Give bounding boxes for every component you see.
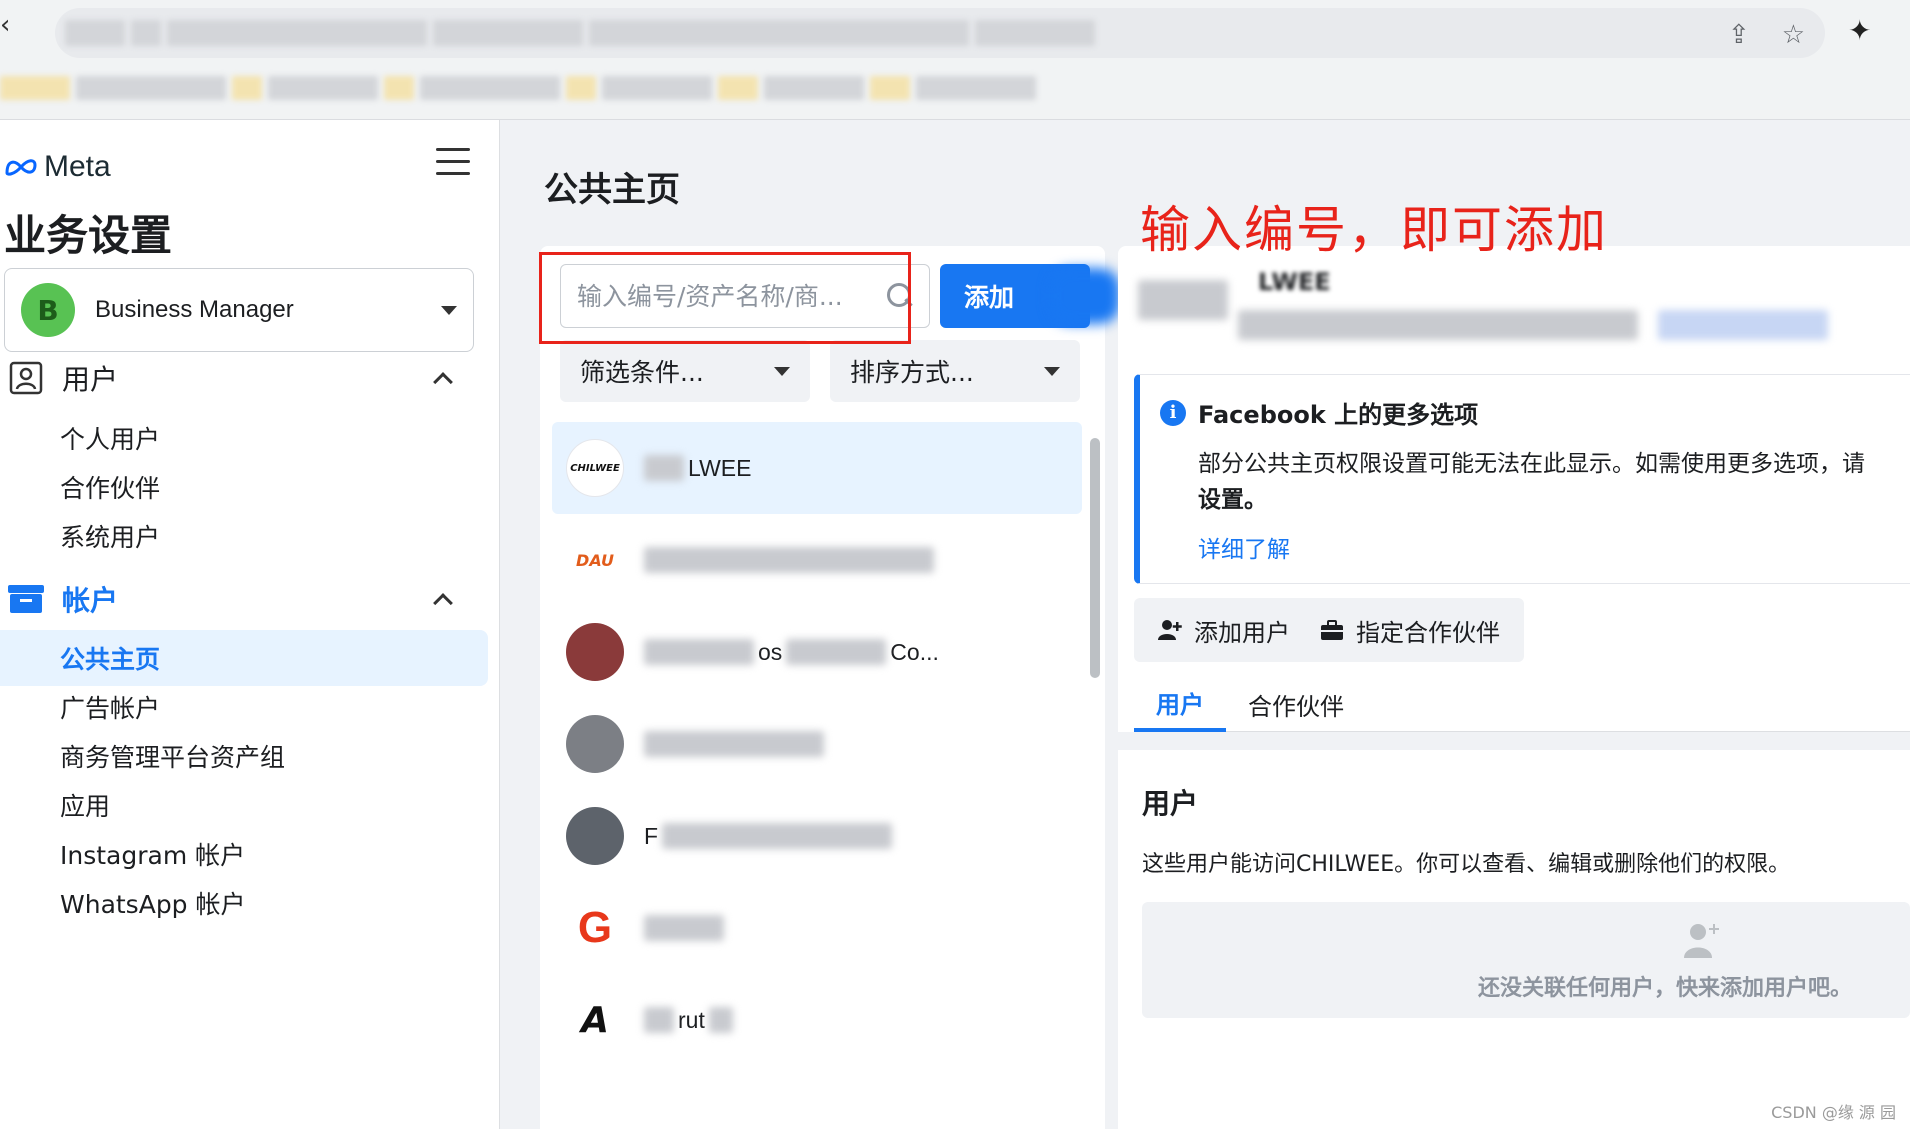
meta-logo-icon [5,159,37,176]
nav-section-users[interactable]: 用户 [0,348,500,408]
page-name: os [758,638,783,665]
briefcase-icon [1321,620,1343,640]
page-avatar [566,807,624,865]
sidebar: Meta 业务设置 B Business Manager 用户 个人用户 合作伙… [0,120,500,1129]
list-item[interactable]: os Co... [552,606,1082,698]
info-body: 部分公共主页权限设置可能无法在此显示。如需使用更多选项，请 设置。 [1160,446,1910,518]
business-name: Business Manager [95,296,294,323]
add-user-button[interactable]: 添加用户 [1134,598,1314,662]
sidebar-item-apps[interactable]: 应用 [0,777,488,833]
search-field[interactable] [560,264,930,328]
page-header: LWEE [1138,260,1898,370]
search-input[interactable] [577,281,887,311]
list-item[interactable]: G [552,882,1082,974]
info-body-bold: 设置。 [1198,487,1267,513]
tab-partners[interactable]: 合作伙伴 [1226,676,1366,732]
caret-down-icon [441,305,457,315]
caret-down-icon [1044,366,1060,376]
page-avatar [566,715,624,773]
sidebar-title: 业务设置 [4,211,173,260]
sidebar-item-partners[interactable]: 合作伙伴 [0,459,488,515]
sidebar-item-whatsapp[interactable]: WhatsApp 帐户 [0,875,488,931]
users-title: 用户 [1142,787,1199,820]
chevron-up-icon [433,593,453,613]
sidebar-item-system-users[interactable]: 系统用户 [0,508,488,564]
chevron-up-icon [433,372,453,392]
page-name: LWEE [688,454,752,481]
list-item[interactable]: F [552,790,1082,882]
brand-name: Meta [44,150,111,183]
detail-tabs: 用户 合作伙伴 [1134,676,1910,732]
page-avatar: G [566,899,624,957]
page-title: 公共主页 [544,170,680,210]
nav-section-accounts[interactable]: 帐户 [0,569,500,629]
info-title: Facebook 上的更多选项 [1198,401,1479,429]
sort-dropdown[interactable]: 排序方式... [830,340,1080,402]
add-button-label: 添加 [964,284,1015,312]
page-name-end: Co... [890,638,939,665]
nav-section-label: 用户 [62,363,119,396]
add-person-icon [1158,620,1182,640]
page-avatar [566,623,624,681]
list-item[interactable]: CHILWEE LWEE [552,422,1082,514]
detail-body: 用户 这些用户能访问CHILWEE。你可以查看、编辑或删除他们的权限。 还没关联… [1118,732,1910,1129]
add-user-label: 添加用户 [1194,618,1290,647]
page-avatar: DAU [566,531,624,589]
pages-list-panel: 添加 筛选条件... 排序方式... CHILWEE LWEE DAU os Co… [540,246,1120,1129]
page-avatar: A [566,991,624,1049]
filter-label: 筛选条件... [580,358,704,387]
add-person-icon [1684,924,1719,958]
filter-dropdown[interactable]: 筛选条件... [560,340,810,402]
page-name: F [644,822,659,849]
sidebar-item-pages[interactable]: 公共主页 [0,630,488,686]
business-selector[interactable]: B Business Manager [4,268,474,352]
sidebar-item-instagram[interactable]: Instagram 帐户 [0,826,488,882]
list-scrollbar[interactable] [1090,438,1100,678]
tab-users[interactable]: 用户 [1134,676,1226,732]
caret-down-icon [774,366,790,376]
users-card: 用户 这些用户能访问CHILWEE。你可以查看、编辑或删除他们的权限。 还没关联… [1118,750,1910,1129]
page-heading: LWEE [1258,268,1331,296]
menu-icon[interactable] [436,148,470,176]
nav-section-label: 帐户 [62,584,119,617]
info-body-text: 部分公共主页权限设置可能无法在此显示。如需使用更多选项，请 [1198,451,1865,477]
sidebar-item-ad-accounts[interactable]: 广告帐户 [0,679,488,735]
search-icon[interactable] [887,283,913,309]
share-icon[interactable]: ⇪ [1728,20,1750,50]
page-avatar: CHILWEE [566,439,624,497]
users-description: 这些用户能访问CHILWEE。你可以查看、编辑或删除他们的权限。 [1142,852,1791,877]
list-item[interactable] [552,698,1082,790]
assign-partner-button[interactable]: 指定合作伙伴 [1296,598,1524,662]
list-item[interactable]: A rut [552,974,1082,1066]
add-button[interactable]: 添加 [940,264,1120,328]
sidebar-item-individual-users[interactable]: 个人用户 [0,410,488,466]
star-icon[interactable]: ☆ [1782,20,1805,50]
empty-state: 还没关联任何用户，快来添加用户吧。 [1142,902,1910,1018]
browser-chrome: ‹ ⇪ ☆ ✦ [0,0,1910,120]
empty-state-text: 还没关联任何用户，快来添加用户吧。 [1478,976,1853,1001]
page-detail-panel: LWEE i Facebook 上的更多选项 部分公共主页权限设置可能无法在此显… [1118,246,1910,1129]
accounts-section-icon [4,579,48,619]
bookmarks-bar [0,70,1500,106]
page-name: rut [678,1006,705,1033]
meta-logo: Meta [4,150,111,184]
business-avatar: B [21,283,75,337]
address-bar[interactable]: ⇪ ☆ [55,8,1825,58]
info-icon: i [1160,399,1186,426]
info-notice: i Facebook 上的更多选项 部分公共主页权限设置可能无法在此显示。如需使… [1134,374,1910,584]
extension-icon[interactable]: ✦ [1848,14,1871,47]
watermark: CSDN @缘 源 园 [1771,1103,1896,1122]
red-annotation: 输入编号，即可添加 [1140,201,1608,259]
sort-label: 排序方式... [850,358,974,387]
list-item[interactable]: DAU [552,514,1082,606]
assign-partner-label: 指定合作伙伴 [1356,618,1500,647]
page-list: CHILWEE LWEE DAU os Co... F G A rut [552,422,1082,1066]
users-section-icon [4,358,48,398]
learn-more-link[interactable]: 详细了解 [1160,530,1910,564]
sidebar-item-asset-groups[interactable]: 商务管理平台资产组 [0,728,488,784]
back-arrow-icon[interactable]: ‹ [0,10,10,40]
